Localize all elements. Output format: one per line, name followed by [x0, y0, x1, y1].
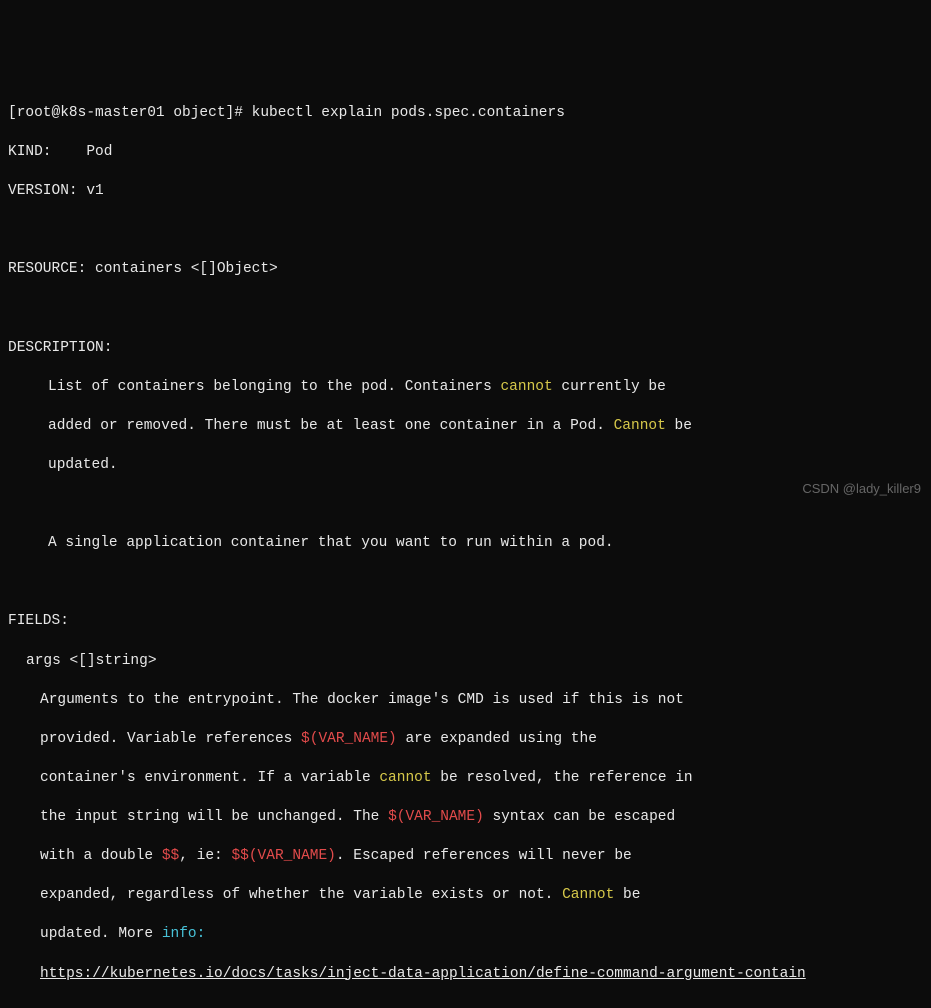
- desc-text: currently be: [553, 379, 666, 395]
- desc-text: be: [666, 418, 692, 434]
- var-ref: $(VAR_NAME): [301, 731, 397, 747]
- info-label: info:: [162, 926, 206, 942]
- desc-text: List of containers belonging to the pod.…: [48, 379, 500, 395]
- resource-line: RESOURCE: containers <[]Object>: [8, 260, 923, 280]
- field-args-name: args <[]string>: [8, 652, 923, 672]
- blank-line: [8, 221, 923, 241]
- field-args-desc: updated. More info:: [8, 925, 923, 945]
- version-line: VERSION: v1: [8, 182, 923, 202]
- blank-line: [8, 1004, 923, 1008]
- desc-text: expanded, regardless of whether the vari…: [40, 887, 562, 903]
- field-args-desc: expanded, regardless of whether the vari…: [8, 886, 923, 906]
- terminal-output: [root@k8s-master01 object]# kubectl expl…: [8, 84, 923, 1008]
- description-text: List of containers belonging to the pod.…: [8, 378, 923, 398]
- desc-text: updated. More: [40, 926, 162, 942]
- kind-value: Pod: [86, 144, 112, 160]
- description-text: updated.: [8, 456, 923, 476]
- var-ref: $(VAR_NAME): [388, 809, 484, 825]
- resource-label: RESOURCE:: [8, 261, 95, 277]
- desc-text: the input string will be unchanged. The: [40, 809, 388, 825]
- desc-text: with a double: [40, 848, 162, 864]
- description-text: added or removed. There must be at least…: [8, 417, 923, 437]
- desc-text: added or removed. There must be at least…: [48, 418, 614, 434]
- desc-text: provided. Variable references: [40, 731, 301, 747]
- field-args-desc: the input string will be unchanged. The …: [8, 808, 923, 828]
- keyword-cannot: cannot: [500, 379, 552, 395]
- keyword-cannot: cannot: [379, 770, 431, 786]
- field-args-desc: container's environment. If a variable c…: [8, 769, 923, 789]
- version-label: VERSION:: [8, 183, 86, 199]
- shell-prompt: [root@k8s-master01 object]#: [8, 105, 252, 121]
- description-text: A single application container that you …: [8, 534, 923, 554]
- blank-line: [8, 299, 923, 319]
- var-escape: $$: [162, 848, 179, 864]
- blank-line: [8, 495, 923, 515]
- desc-text: be resolved, the reference in: [432, 770, 693, 786]
- field-args-desc: with a double $$, ie: $$(VAR_NAME). Esca…: [8, 847, 923, 867]
- desc-text: are expanded using the: [397, 731, 597, 747]
- desc-text: , ie:: [179, 848, 231, 864]
- field-args-link[interactable]: https://kubernetes.io/docs/tasks/inject-…: [8, 965, 923, 985]
- keyword-cannot: Cannot: [562, 887, 614, 903]
- watermark: CSDN @lady_killer9: [802, 480, 921, 498]
- kind-label: KIND:: [8, 144, 86, 160]
- desc-text: container's environment. If a variable: [40, 770, 379, 786]
- var-escape: $$(VAR_NAME): [231, 848, 335, 864]
- desc-text: . Escaped references will never be: [336, 848, 632, 864]
- prompt-line: [root@k8s-master01 object]# kubectl expl…: [8, 104, 923, 124]
- desc-text: syntax can be escaped: [484, 809, 675, 825]
- desc-text: be: [614, 887, 640, 903]
- command-text: kubectl explain pods.spec.containers: [252, 105, 565, 121]
- fields-label: FIELDS:: [8, 612, 923, 632]
- kind-line: KIND: Pod: [8, 143, 923, 163]
- field-args-desc: provided. Variable references $(VAR_NAME…: [8, 730, 923, 750]
- resource-value: containers <[]Object>: [95, 261, 278, 277]
- description-label: DESCRIPTION:: [8, 339, 923, 359]
- field-args-desc: Arguments to the entrypoint. The docker …: [8, 691, 923, 711]
- keyword-cannot: Cannot: [614, 418, 666, 434]
- blank-line: [8, 573, 923, 593]
- version-value: v1: [86, 183, 103, 199]
